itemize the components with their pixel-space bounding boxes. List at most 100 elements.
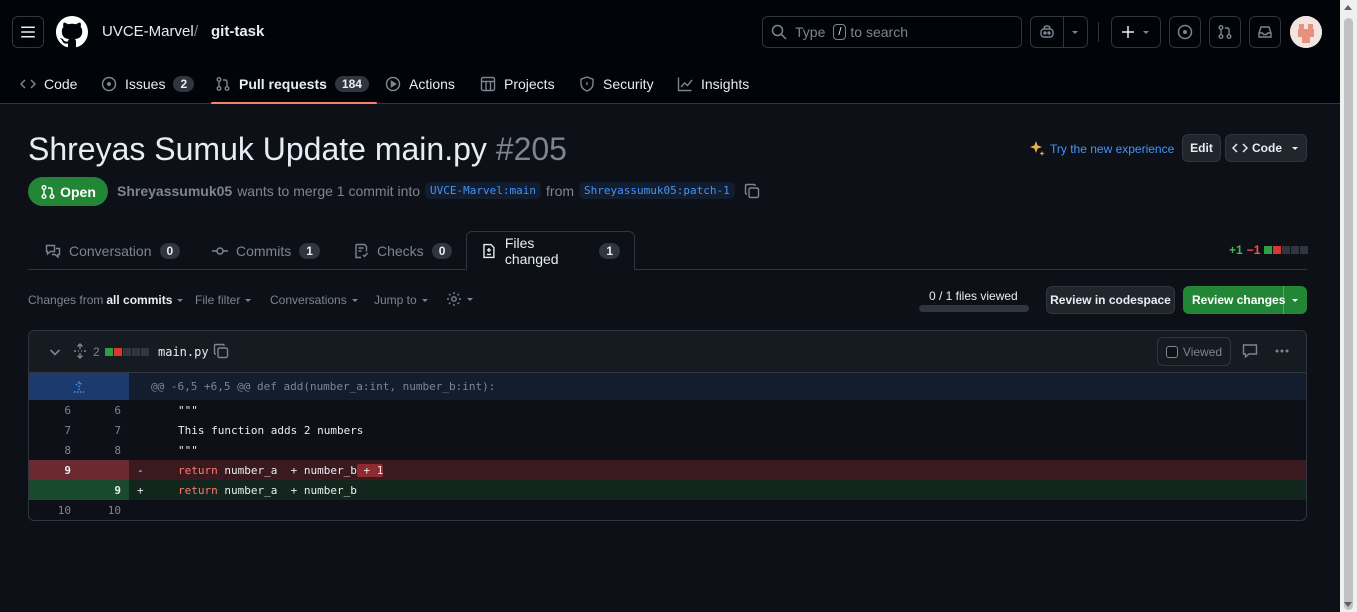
diff-settings-dropdown[interactable] — [446, 291, 475, 307]
breadcrumb-separator: / — [194, 23, 199, 40]
kebab-horizontal-icon[interactable] — [1274, 343, 1290, 359]
new-line-number[interactable]: 9 — [91, 484, 121, 497]
file-name[interactable]: main.py — [158, 345, 209, 359]
tab-checks[interactable]: Checks 0 — [339, 231, 466, 270]
new-line-number[interactable]: 8 — [91, 444, 121, 457]
line-code-text: number_a + number_b — [217, 464, 357, 477]
copy-icon[interactable] — [744, 183, 760, 199]
chevron-down-icon — [1292, 299, 1298, 302]
github-logo-icon[interactable] — [56, 16, 88, 48]
breadcrumb-owner[interactable]: UVCE-Marvel — [102, 23, 194, 40]
chevron-down-icon — [1143, 31, 1149, 34]
diffstat-added: +1 — [1229, 243, 1243, 257]
search-icon — [771, 24, 787, 40]
search-input[interactable]: Type / to search — [762, 16, 1022, 48]
old-line-number[interactable]: 10 — [41, 504, 71, 517]
new-line-number[interactable]: 10 — [91, 504, 121, 517]
old-line-number[interactable]: 7 — [41, 424, 71, 437]
old-line-number[interactable]: 6 — [41, 404, 71, 417]
nav-tab-insights[interactable]: Insights — [677, 64, 749, 104]
menu-button[interactable] — [12, 16, 44, 48]
nav-tab-issues-label: Issues — [125, 76, 166, 92]
nav-tab-projects[interactable]: Projects — [480, 64, 555, 104]
line-code: This function adds 2 numbers — [178, 424, 364, 437]
new-line-number[interactable]: 6 — [91, 404, 121, 417]
viewed-checkbox[interactable]: Viewed — [1157, 337, 1231, 366]
app-header: UVCE-Marvel / git-task Type / to search … — [0, 0, 1340, 104]
nav-tab-actions-label: Actions — [409, 76, 455, 92]
copilot-button[interactable] — [1030, 16, 1088, 48]
page-scrollbar[interactable] — [1340, 0, 1357, 612]
plus-icon — [1122, 26, 1134, 38]
code-icon — [20, 79, 36, 89]
chevron-down-icon — [1292, 147, 1298, 150]
new-line-number[interactable]: 7 — [91, 424, 121, 437]
try-new-experience-link[interactable]: Try the new experience — [1028, 140, 1174, 158]
tab-commits[interactable]: Commits 1 — [198, 231, 334, 270]
chevron-down-icon[interactable] — [47, 344, 63, 360]
viewed-label: Viewed — [1182, 344, 1223, 359]
issues-shortcut-button[interactable] — [1169, 16, 1201, 48]
nav-tab-pull-requests[interactable]: Pull requests 184 — [211, 64, 377, 104]
old-line-number[interactable]: 9 — [41, 464, 71, 477]
file-filter-dropdown[interactable]: File filter — [195, 293, 253, 307]
nav-tab-insights-label: Insights — [701, 76, 750, 92]
issue-opened-icon — [1177, 24, 1193, 40]
tab-files-changed-counter: 1 — [599, 242, 620, 259]
changes-from-value: all commits — [106, 293, 173, 307]
scroll-down-arrow[interactable] — [1344, 602, 1352, 607]
line-sign: + — [137, 484, 144, 497]
keyword-return: return — [178, 464, 218, 477]
user-avatar[interactable] — [1290, 16, 1322, 48]
chevron-down-icon — [245, 299, 252, 302]
chevron-down-icon — [1071, 31, 1078, 34]
file-diff-icon — [483, 243, 495, 258]
tab-files-changed[interactable]: Files changed 1 — [466, 231, 635, 270]
file-change-stats: 2 — [93, 345, 150, 359]
code-dropdown-button[interactable]: Code — [1225, 134, 1307, 162]
breadcrumb-repo[interactable]: git-task — [211, 23, 264, 40]
head-branch[interactable]: Shreyassumuk05:patch-1 — [579, 182, 735, 199]
expand-up-button[interactable] — [29, 373, 129, 400]
inbox-button[interactable] — [1249, 16, 1281, 48]
play-icon — [385, 76, 401, 92]
viewed-checkbox-box — [1165, 345, 1178, 358]
pull-requests-shortcut-button[interactable] — [1209, 16, 1241, 48]
line-code-text: number_a + number_b — [217, 484, 357, 497]
old-line-number[interactable]: 8 — [41, 444, 71, 457]
base-branch[interactable]: UVCE-Marvel:main — [425, 182, 542, 199]
graph-icon — [677, 77, 693, 92]
comment-icon[interactable] — [1242, 343, 1258, 359]
keyword-return: return — [178, 484, 218, 497]
scrollbar-thumb[interactable] — [1344, 18, 1353, 610]
tab-commits-label: Commits — [236, 242, 292, 259]
tab-commits-counter: 1 — [299, 242, 320, 259]
nav-tab-actions[interactable]: Actions — [385, 64, 455, 104]
jump-to-dropdown[interactable]: Jump to — [374, 293, 430, 307]
diff-line-deletion: 9 - return number_a + number_b + 1 — [29, 460, 1306, 480]
pr-diffstat: +1 −1 — [1229, 243, 1309, 257]
review-in-codespace-label: Review in codespace — [1050, 293, 1171, 307]
pr-author-link[interactable]: Shreyassumuk05 — [117, 183, 232, 199]
copy-icon[interactable] — [213, 343, 229, 359]
file-header: 2 main.py Viewed — [29, 331, 1306, 373]
nav-tab-security[interactable]: Security — [579, 64, 654, 104]
files-viewed-label: 0 / 1 files viewed — [929, 289, 1018, 303]
nav-tab-issues[interactable]: Issues 2 — [101, 64, 195, 104]
files-viewed-progress — [919, 305, 1029, 312]
tab-conversation-counter: 0 — [159, 242, 181, 259]
hunk-header-text: @@ -6,5 +6,5 @@ def add(number_a:int, nu… — [151, 380, 496, 393]
changes-from-dropdown[interactable]: Changes from all commits — [28, 293, 185, 307]
git-commit-icon — [212, 246, 228, 255]
git-pull-request-icon — [41, 184, 55, 199]
create-new-button[interactable] — [1111, 16, 1161, 48]
scroll-up-arrow[interactable] — [1344, 5, 1352, 10]
review-in-codespace-button[interactable]: Review in codespace — [1046, 286, 1175, 314]
conversations-dropdown[interactable]: Conversations — [270, 293, 360, 307]
edit-button[interactable]: Edit — [1182, 134, 1221, 162]
review-changes-button[interactable]: Review changes — [1183, 286, 1307, 314]
tab-conversation[interactable]: Conversation 0 — [31, 231, 194, 270]
diffstat-blocks — [1264, 246, 1309, 254]
unfold-icon[interactable] — [72, 343, 88, 359]
nav-tab-code[interactable]: Code — [20, 64, 77, 104]
